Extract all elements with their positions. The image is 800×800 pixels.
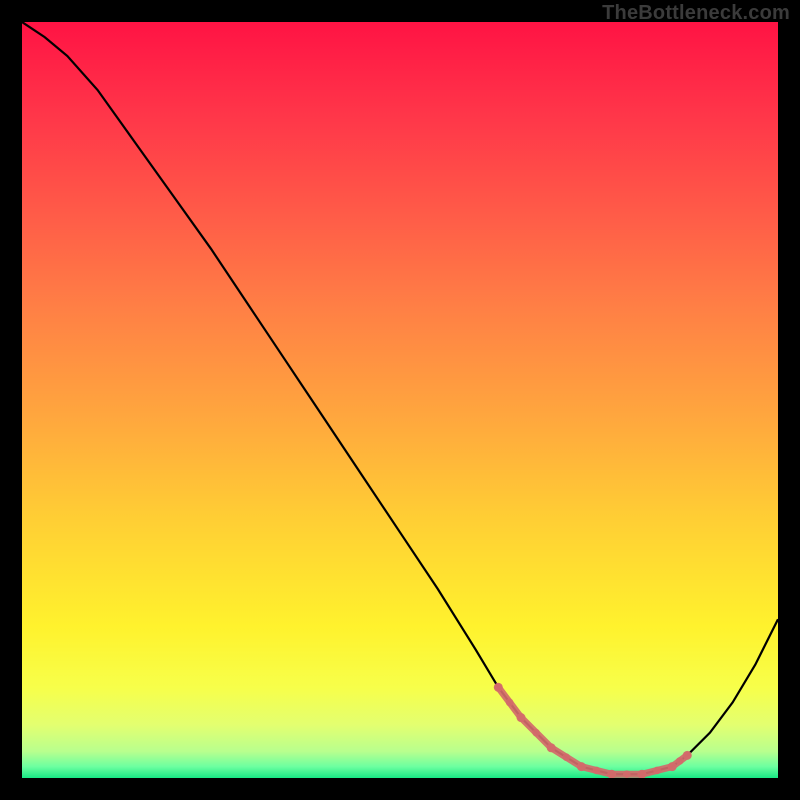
plot-area: [22, 22, 778, 778]
gradient-background: [22, 22, 778, 778]
chart-svg: [22, 22, 778, 778]
chart-container: TheBottleneck.com: [0, 0, 800, 800]
